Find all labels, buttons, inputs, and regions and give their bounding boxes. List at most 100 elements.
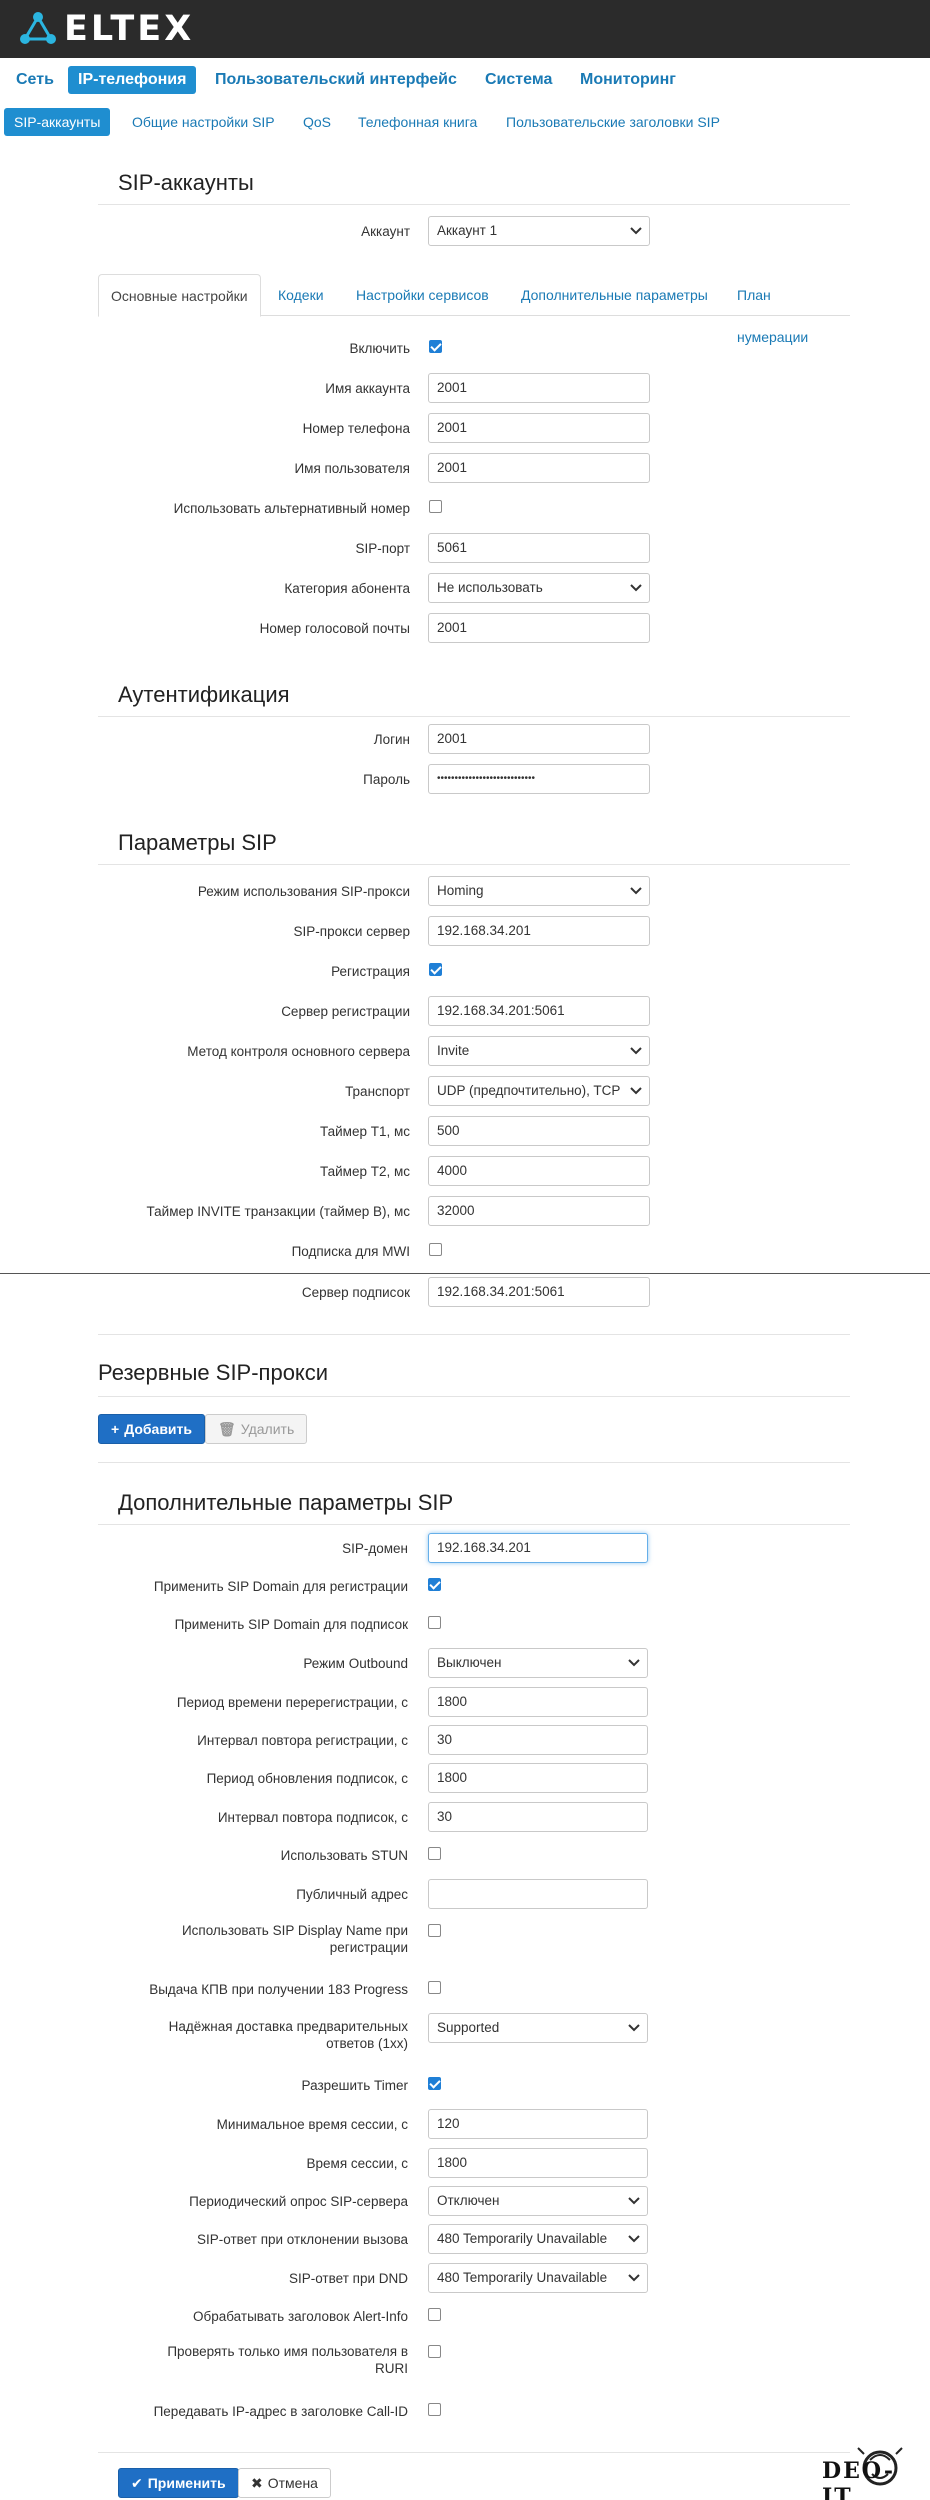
tab-numbering-plan[interactable]: План нумерации xyxy=(725,274,850,345)
subnav-sip-accounts[interactable]: SIP-аккаунты xyxy=(4,108,111,136)
proxy-server-label: SIP-прокси сервер xyxy=(293,924,410,939)
divider xyxy=(98,864,850,865)
sip-domain-label: SIP-домен xyxy=(342,1541,408,1556)
sip-port-input[interactable]: 5061 xyxy=(428,533,650,563)
domain-reg-checkbox[interactable] xyxy=(428,1578,441,1591)
username-input[interactable]: 2001 xyxy=(428,453,650,483)
delete-proxy-button[interactable]: 🗑 Удалить xyxy=(205,1414,308,1444)
account-name-label: Имя аккаунта xyxy=(325,381,410,396)
sip-port-label: SIP-порт xyxy=(355,541,410,556)
ruri-checkbox[interactable] xyxy=(428,2345,441,2358)
tab-basic-settings[interactable]: Основные настройки xyxy=(98,274,261,317)
callid-checkbox[interactable] xyxy=(428,2403,441,2416)
t1-label: Таймер T1, мс xyxy=(319,1124,410,1139)
reliable-1xx-label: Надёжная доставка предварительных ответов… xyxy=(168,2019,408,2051)
tab-additional-params[interactable]: Дополнительные параметры xyxy=(509,274,720,316)
proxy-mode-select[interactable]: Homing xyxy=(428,876,650,906)
options-select[interactable]: Отключен xyxy=(428,2186,648,2216)
sub-refresh-input[interactable]: 1800 xyxy=(428,1763,648,1793)
chevron-down-icon xyxy=(628,2235,640,2243)
nav-ip-telephony[interactable]: IP-телефония xyxy=(68,66,197,94)
account-select[interactable]: Аккаунт 1 xyxy=(428,216,650,246)
domain-sub-checkbox[interactable] xyxy=(428,1616,441,1629)
voicemail-input[interactable]: 2001 xyxy=(428,613,650,643)
tab-codecs[interactable]: Кодеки xyxy=(266,274,336,316)
login-input[interactable]: 2001 xyxy=(428,724,650,754)
alt-number-label: Использовать альтернативный номер xyxy=(173,501,410,516)
control-method-select[interactable]: Invite xyxy=(428,1036,650,1066)
timer-checkbox[interactable] xyxy=(428,2077,441,2090)
backup-proxies-title: Резервные SIP-прокси xyxy=(98,1360,329,1385)
dnd-response-select[interactable]: 480 Temporarily Unavailable xyxy=(428,2263,648,2293)
category-select[interactable]: Не использовать xyxy=(428,573,650,603)
transport-label: Транспорт xyxy=(345,1084,410,1099)
password-label: Пароль xyxy=(363,772,410,787)
check-icon: ✔ xyxy=(131,2475,143,2491)
reliable-1xx-select[interactable]: Supported xyxy=(428,2013,648,2043)
subnav-custom-headers[interactable]: Пользовательские заголовки SIP xyxy=(496,108,730,136)
close-icon: ✖ xyxy=(251,2475,263,2491)
chevron-down-icon xyxy=(630,227,642,235)
rereg-input[interactable]: 1800 xyxy=(428,1687,648,1717)
stun-checkbox[interactable] xyxy=(428,1847,441,1860)
min-session-input[interactable]: 120 xyxy=(428,2109,648,2139)
enable-checkbox[interactable] xyxy=(429,340,442,353)
reg-retry-input[interactable]: 30 xyxy=(428,1725,648,1755)
mwi-label: Подписка для MWI xyxy=(291,1244,410,1259)
watermark-logo: DEO-IT xyxy=(820,2440,920,2500)
outbound-select[interactable]: Выключен xyxy=(428,1648,648,1678)
invite-timer-input[interactable]: 32000 xyxy=(428,1196,650,1226)
reg-retry-label: Интервал повтора регистрации, с xyxy=(197,1733,408,1748)
mwi-checkbox[interactable] xyxy=(429,1243,442,1256)
add-proxy-button[interactable]: + Добавить xyxy=(98,1414,205,1444)
sub-server-input[interactable]: 192.168.34.201:5061 xyxy=(428,1277,650,1307)
nav-monitoring[interactable]: Мониторинг xyxy=(570,66,686,94)
t2-input[interactable]: 4000 xyxy=(428,1156,650,1186)
reg-server-input[interactable]: 192.168.34.201:5061 xyxy=(428,996,650,1026)
session-input[interactable]: 1800 xyxy=(428,2148,648,2178)
subnav-general-sip[interactable]: Общие настройки SIP xyxy=(122,108,285,136)
password-input[interactable]: •••••••••••••••••••••••••••• xyxy=(428,764,650,794)
nav-system[interactable]: Система xyxy=(475,66,562,94)
chevron-down-icon xyxy=(628,2274,640,2282)
reject-response-select[interactable]: 480 Temporarily Unavailable xyxy=(428,2224,648,2254)
sub-refresh-label: Период обновления подписок, с xyxy=(206,1771,408,1786)
callid-label: Передавать IP-адрес в заголовке Call-ID xyxy=(153,2404,408,2419)
domain-sub-label: Применить SIP Domain для подписок xyxy=(174,1617,408,1632)
username-label: Имя пользователя xyxy=(294,461,410,476)
domain-reg-label: Применить SIP Domain для регистрации xyxy=(153,1579,408,1594)
proxy-mode-label: Режим использования SIP-прокси xyxy=(197,884,410,899)
subnav-qos[interactable]: QoS xyxy=(293,108,341,136)
sub-retry-input[interactable]: 30 xyxy=(428,1802,648,1832)
alert-info-checkbox[interactable] xyxy=(428,2308,441,2321)
kpv-checkbox[interactable] xyxy=(428,1981,441,1994)
sub-retry-label: Интервал повтора подписок, с xyxy=(217,1810,408,1825)
apply-button[interactable]: ✔ Применить xyxy=(118,2468,239,2498)
proxy-server-input[interactable]: 192.168.34.201 xyxy=(428,916,650,946)
chevron-down-icon xyxy=(628,2024,640,2032)
settings-tabs: Основные настройки Кодеки Настройки серв… xyxy=(98,274,850,345)
nav-network[interactable]: Сеть xyxy=(6,66,64,94)
chevron-down-icon xyxy=(630,1087,642,1095)
display-name-checkbox[interactable] xyxy=(428,1924,441,1937)
voicemail-label: Номер голосовой почты xyxy=(259,621,410,636)
transport-select[interactable]: UDP (предпочтительно), TCP xyxy=(428,1076,650,1106)
logo-text: ELTEX xyxy=(64,9,195,49)
t1-input[interactable]: 500 xyxy=(428,1116,650,1146)
phone-input[interactable]: 2001 xyxy=(428,413,650,443)
t2-label: Таймер T2, мс xyxy=(319,1164,410,1179)
account-name-input[interactable]: 2001 xyxy=(428,373,650,403)
plus-icon: + xyxy=(111,1421,120,1437)
alt-number-checkbox[interactable] xyxy=(429,500,442,513)
cancel-button[interactable]: ✖ Отмена xyxy=(238,2468,331,2498)
divider xyxy=(98,1396,850,1397)
sub-nav: SIP-аккаунты Общие настройки SIP QoS Тел… xyxy=(0,102,930,146)
phone-label: Номер телефона xyxy=(302,421,410,436)
nav-user-interface[interactable]: Пользовательский интерфейс xyxy=(205,66,467,94)
public-address-input[interactable] xyxy=(428,1879,648,1909)
subnav-phonebook[interactable]: Телефонная книга xyxy=(348,108,487,136)
tab-service-settings[interactable]: Настройки сервисов xyxy=(344,274,501,316)
registration-checkbox[interactable] xyxy=(429,963,442,976)
sip-domain-input[interactable]: 192.168.34.201 xyxy=(428,1533,648,1563)
stun-label: Использовать STUN xyxy=(280,1848,408,1863)
